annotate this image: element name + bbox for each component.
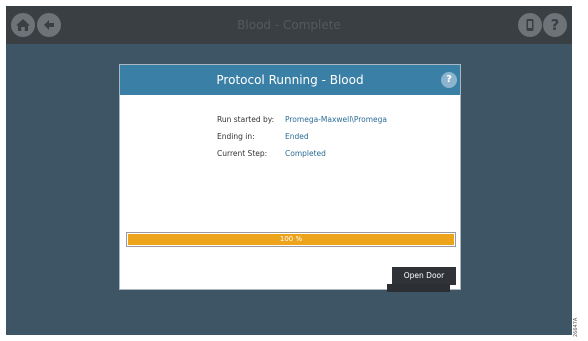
home-button[interactable] — [11, 13, 35, 37]
current-step-value: Completed — [285, 149, 326, 158]
protocol-running-dialog: Protocol Running - Blood ? Run started b… — [119, 64, 461, 290]
figure-id: 26647A — [573, 317, 579, 337]
help-icon: ? — [550, 16, 560, 34]
run-started-label: Run started by: — [217, 115, 275, 124]
progress-label: 100 % — [279, 235, 303, 243]
instrument-screen: Blood - Complete ? Protocol Running - Bl… — [6, 6, 572, 335]
door-button[interactable] — [518, 13, 542, 37]
progress-bar: 100 % — [126, 232, 456, 247]
dialog-title: Protocol Running - Blood — [216, 73, 364, 87]
ending-in-label: Ending in: — [217, 132, 255, 141]
run-started-value: Promega-Maxwell\Promega — [285, 115, 388, 124]
door-icon — [526, 19, 534, 31]
background-button-edge — [387, 284, 450, 292]
current-step-label: Current Step: — [217, 149, 268, 158]
window-title: Blood - Complete — [237, 18, 341, 32]
ending-in-value: Ended — [285, 132, 309, 141]
home-icon — [16, 19, 30, 31]
top-bar: Blood - Complete ? — [6, 6, 572, 44]
open-door-button[interactable]: Open Door — [392, 267, 456, 285]
back-arrow-icon — [44, 20, 54, 30]
help-button[interactable]: ? — [543, 13, 567, 37]
dialog-help-icon[interactable]: ? — [441, 72, 457, 88]
dialog-header: Protocol Running - Blood ? — [120, 65, 460, 95]
back-button[interactable] — [37, 13, 61, 37]
